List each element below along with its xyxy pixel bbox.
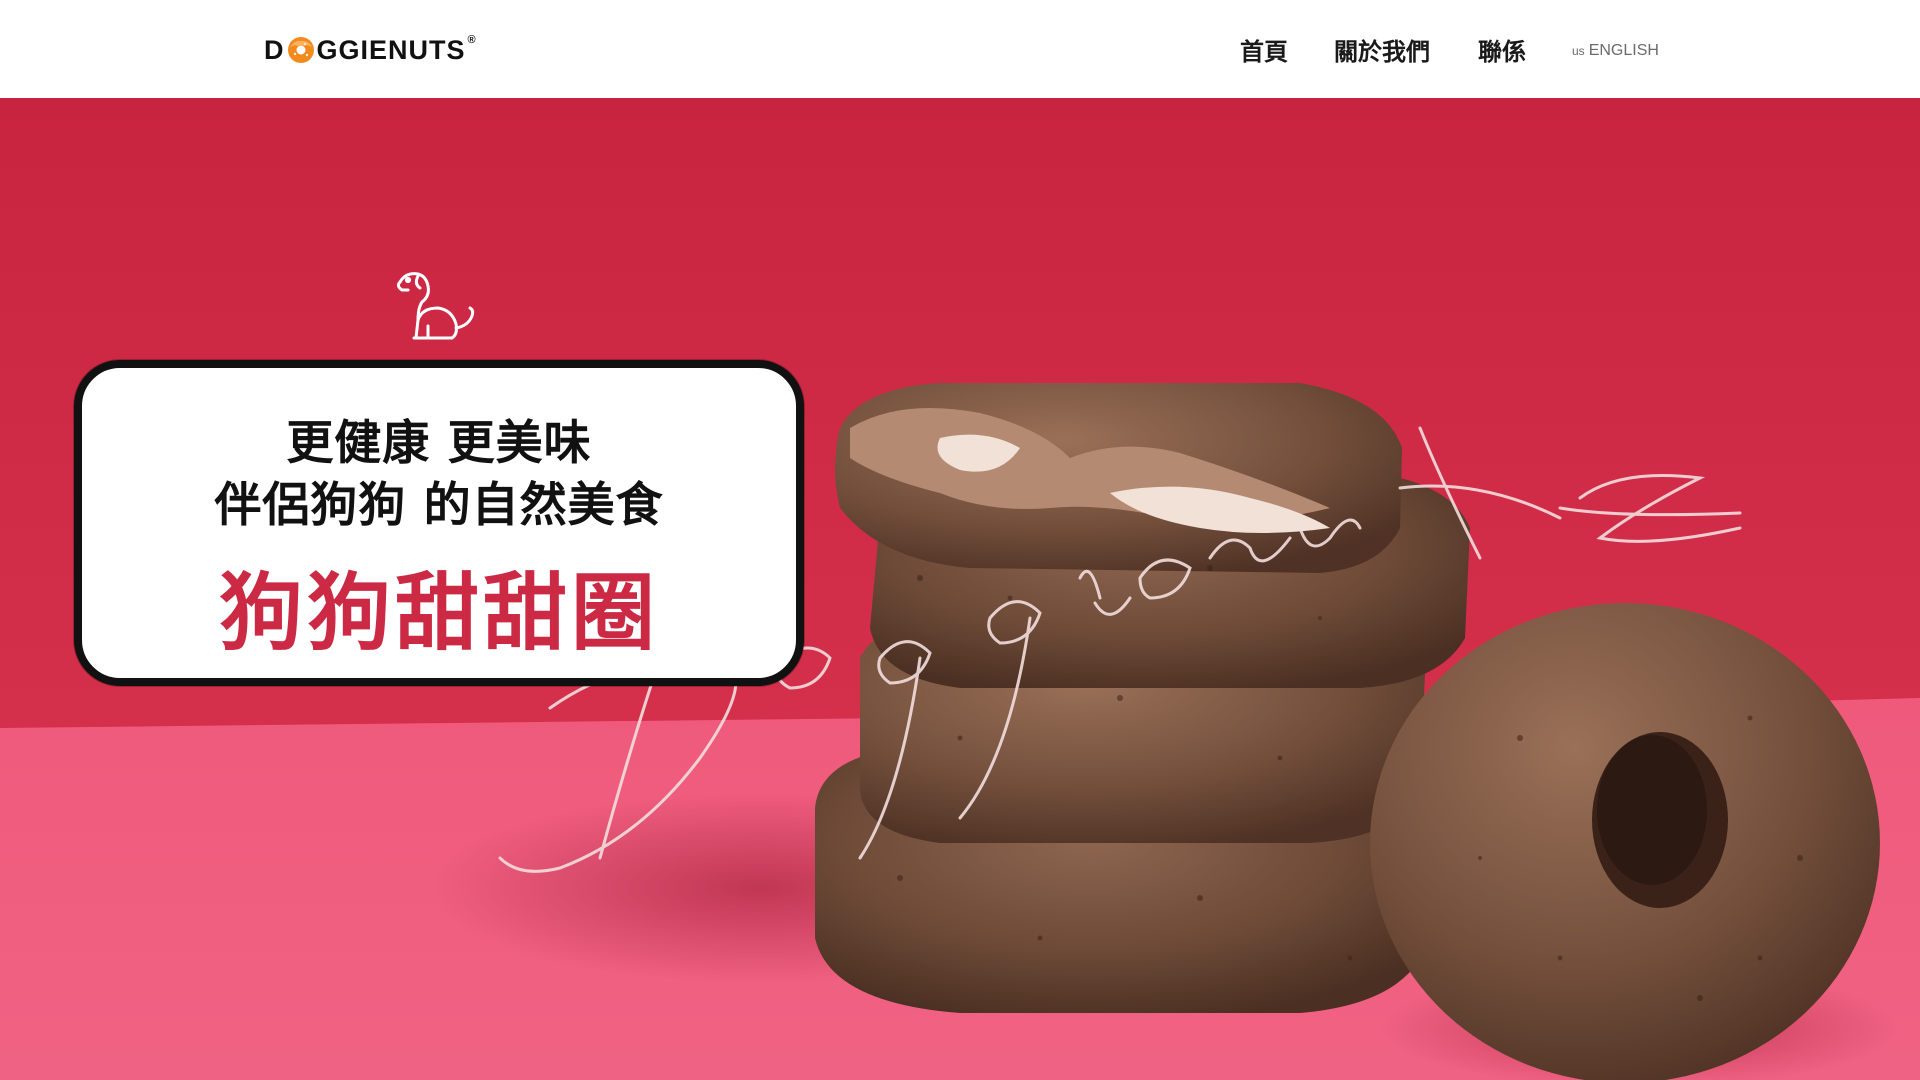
donut-icon bbox=[287, 37, 314, 63]
registered-mark: ® bbox=[467, 34, 477, 46]
logo-wordmark: GGIENUTS bbox=[316, 34, 466, 65]
site-header: D GGIENUTS ® 首頁 關於我們 聯係 us ENGLISH bbox=[0, 0, 1920, 98]
donut-stack bbox=[815, 383, 1470, 1013]
dog-icon bbox=[396, 272, 475, 340]
hero-banner: 更健康 更美味 伴侶狗狗 的自然美食 狗狗甜甜圈 bbox=[0, 98, 1920, 1080]
brand-logo[interactable]: D GGIENUTS ® bbox=[264, 30, 477, 70]
language-label: ENGLISH bbox=[1588, 42, 1659, 59]
headline-line-2: 伴侶狗狗 的自然美食 bbox=[214, 478, 664, 533]
headline-card: 更健康 更美味 伴侶狗狗 的自然美食 狗狗甜甜圈 bbox=[74, 360, 804, 686]
logo-letter-d: D bbox=[264, 34, 285, 65]
nav-about-link[interactable]: 關於我們 bbox=[1334, 32, 1430, 67]
headline-line-1: 更健康 更美味 bbox=[286, 416, 592, 471]
nav-home-link[interactable]: 首頁 bbox=[1240, 32, 1288, 67]
us-flag-icon: us bbox=[1572, 44, 1585, 58]
leaning-donut bbox=[1370, 603, 1880, 1080]
nav-contact-link[interactable]: 聯係 bbox=[1478, 32, 1526, 67]
language-switch-link[interactable]: us ENGLISH bbox=[1572, 42, 1659, 60]
product-title: 狗狗甜甜圈 bbox=[218, 564, 659, 662]
